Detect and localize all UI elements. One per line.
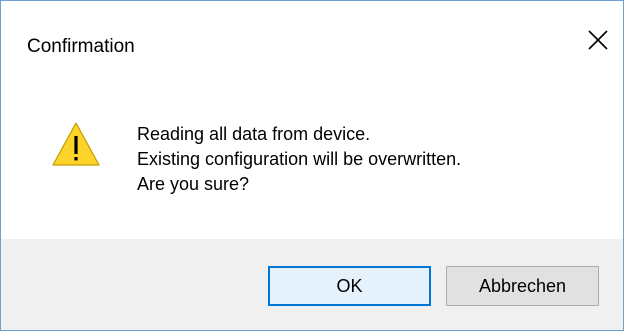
button-bar: OK Abbrechen <box>1 239 623 330</box>
confirmation-dialog: Confirmation Reading all data from devic… <box>0 0 624 331</box>
message-line-2: Existing configuration will be overwritt… <box>137 149 462 169</box>
title-bar: Confirmation <box>1 1 623 87</box>
message-text: Reading all data from device. Existing c… <box>137 122 461 197</box>
message-line-3: Are you sure? <box>137 174 250 194</box>
dialog-title: Confirmation <box>27 36 135 57</box>
close-icon <box>588 30 608 50</box>
dialog-content: Reading all data from device. Existing c… <box>1 87 623 239</box>
cancel-button[interactable]: Abbrechen <box>446 266 599 306</box>
close-button[interactable] <box>573 17 623 63</box>
message-line-1: Reading all data from device. <box>137 124 371 144</box>
ok-button[interactable]: OK <box>268 266 431 306</box>
warning-icon <box>52 122 100 166</box>
